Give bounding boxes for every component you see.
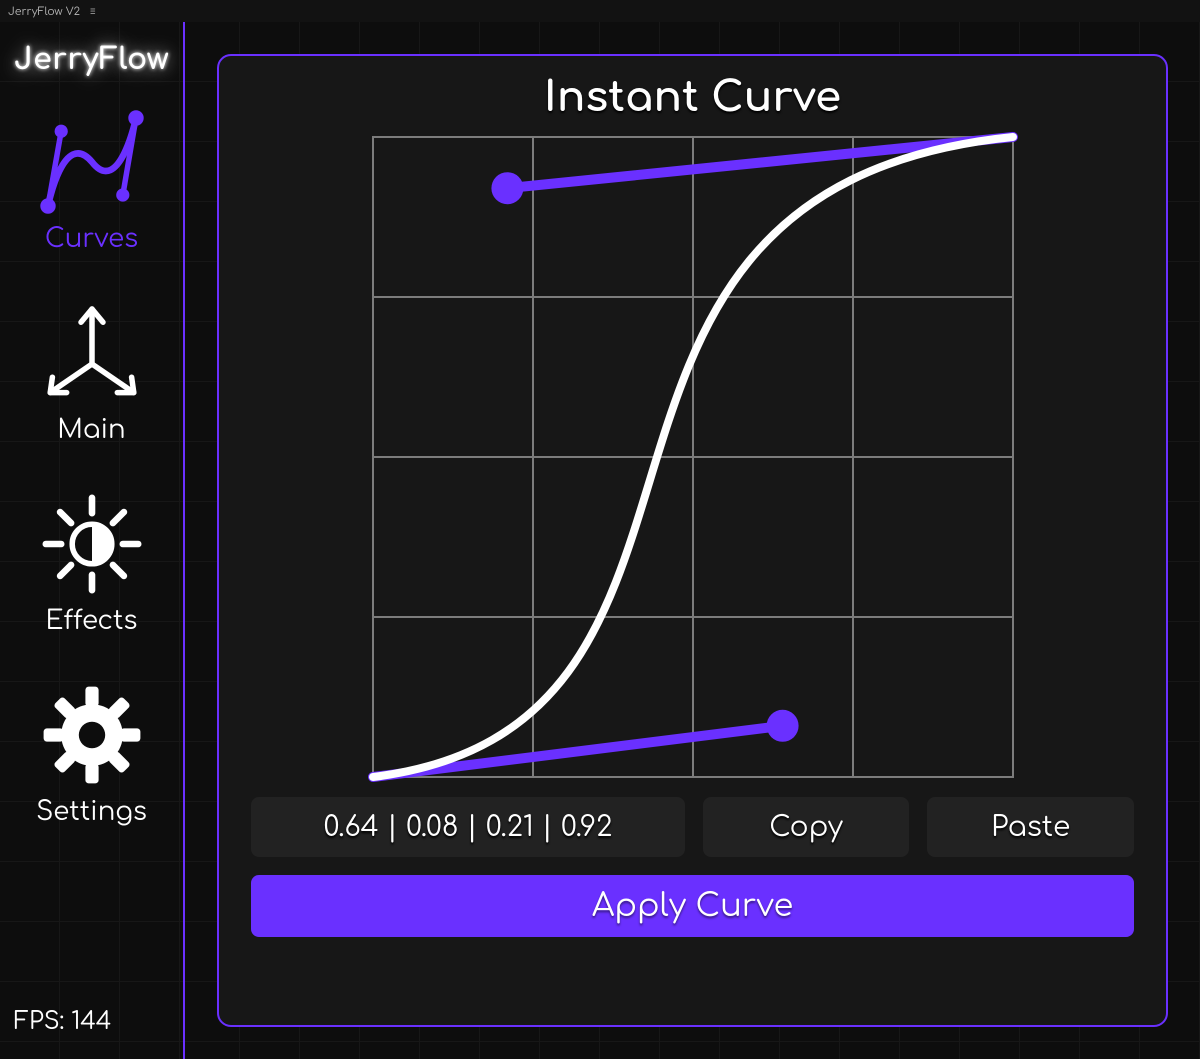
window-titlebar: JerryFlow V2 ≡ [0,0,1200,22]
sidebar-item-main[interactable]: Main [37,298,147,445]
sidebar-item-label: Main [57,416,125,445]
bezier-knob-1[interactable] [766,710,798,742]
sidebar-item-effects[interactable]: Effects [37,489,147,636]
app-logo: JerryFlow [14,44,169,77]
bezier-values-field[interactable]: 0.64 | 0.08 | 0.21 | 0.92 [251,797,685,857]
curve-icon [37,107,147,217]
bezier-knob-2[interactable] [491,172,523,204]
sidebar-item-label: Effects [46,607,138,636]
paste-button[interactable]: Paste [927,797,1134,857]
bezier-values-text: 0.64 | 0.08 | 0.21 | 0.92 [323,811,612,843]
bezier-handle-1[interactable] [373,726,783,777]
fps-counter: FPS: 144 [4,1000,121,1049]
apply-curve-button[interactable]: Apply Curve [251,875,1134,937]
sidebar-item-label: Curves [45,225,138,254]
sidebar-item-label: Settings [36,798,147,827]
curve-panel: Instant Curve [217,54,1168,1027]
window-title: JerryFlow V2 [8,5,80,18]
sidebar: JerryFlow Curves [0,22,185,1059]
panel-title: Instant Curve [544,74,841,121]
sidebar-item-curves[interactable]: Curves [37,107,147,254]
gear-icon [37,680,147,790]
copy-button[interactable]: Copy [703,797,910,857]
curve-editor[interactable] [373,137,1013,777]
axes-arrows-icon [37,298,147,408]
menu-icon[interactable]: ≡ [90,5,96,18]
main-area: Instant Curve [185,22,1200,1059]
sidebar-nav: Curves Main [36,107,147,827]
brightness-icon [37,489,147,599]
bezier-handle-2[interactable] [507,137,1013,188]
sidebar-item-settings[interactable]: Settings [36,680,147,827]
